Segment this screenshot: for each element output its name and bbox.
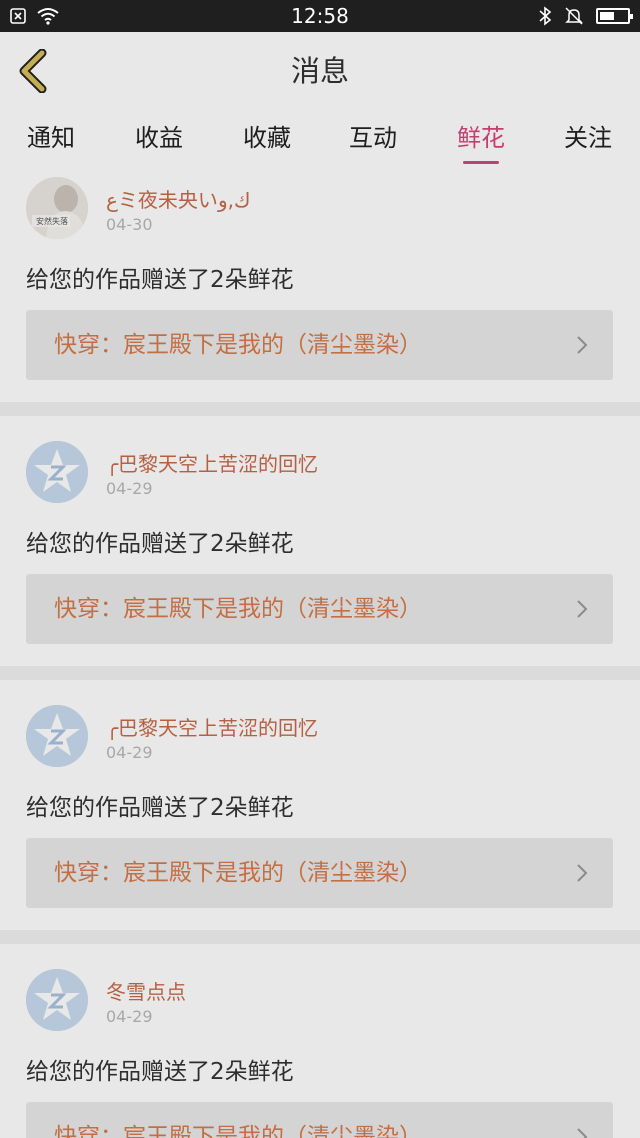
sender-name[interactable]: 冬雪点点 [106,976,186,1005]
default-avatar-icon [26,705,88,767]
default-avatar-icon [26,969,88,1031]
tab-label: 鲜花 [457,124,505,152]
book-link[interactable]: 快穿：宸王殿下是我的（清尘墨染） [26,574,613,644]
bluetooth-icon [539,6,552,26]
list-item: ╭巴黎天空上苦涩的回忆 04-29 给您的作品赠送了2朵鲜花 快穿：宸王殿下是我… [0,680,640,930]
book-link[interactable]: 快穿：宸王殿下是我的（清尘墨染） [26,838,613,908]
list-item: 冬雪点点 04-29 给您的作品赠送了2朵鲜花 快穿：宸王殿下是我的（清尘墨染） [0,944,640,1138]
avatar[interactable]: 安然失落 [26,177,88,239]
mute-bell-icon [565,7,583,25]
tab-label: 关注 [564,124,612,152]
message-date: 04-29 [106,743,153,762]
message-date: 04-30 [106,215,153,234]
sender-name[interactable]: ╭巴黎天空上苦涩的回忆 [106,448,318,477]
chevron-right-icon [577,1128,588,1138]
tab-flowers[interactable]: 鲜花 [436,110,526,168]
avatar[interactable] [26,441,88,503]
tab-label: 收益 [135,124,183,152]
default-avatar-icon [26,441,88,503]
tab-notice[interactable]: 通知 [6,110,96,168]
photo-avatar-image [26,177,88,239]
chevron-right-icon [577,600,588,618]
page-title: 消息 [290,54,349,88]
battery-icon [596,8,633,24]
active-tab-indicator [463,161,499,164]
divider [0,402,640,416]
avatar[interactable] [26,705,88,767]
tab-interaction[interactable]: 互动 [328,110,418,168]
divider [0,930,640,944]
sender-name[interactable]: ╭巴黎天空上苦涩的回忆 [106,712,318,741]
avatar-caption: 安然失落 [36,217,68,226]
book-title: 快穿：宸王殿下是我的（清尘墨染） [54,596,422,622]
book-link[interactable]: 快穿：宸王殿下是我的（清尘墨染） [26,310,613,380]
nav-bar: 消息 [0,32,640,111]
book-title: 快穿：宸王殿下是我的（清尘墨染） [54,332,422,358]
list-item: 安然失落 ﻉミ夜未央いﻙ,ﻭ 04-30 给您的作品赠送了2朵鲜花 快穿：宸王殿… [0,168,640,402]
book-title: 快穿：宸王殿下是我的（清尘墨染） [54,860,422,886]
chevron-right-icon [577,864,588,882]
message-date: 04-29 [106,1007,153,1026]
status-bar: 12:58 [0,0,640,32]
list-item: ╭巴黎天空上苦涩的回忆 04-29 给您的作品赠送了2朵鲜花 快穿：宸王殿下是我… [0,416,640,666]
message-text: 给您的作品赠送了2朵鲜花 [26,795,294,821]
tab-earnings[interactable]: 收益 [114,110,204,168]
sender-name[interactable]: ﻉミ夜未央いﻙ,ﻭ [106,184,250,213]
tab-label: 互动 [349,124,397,152]
tab-follow[interactable]: 关注 [543,110,633,168]
chevron-right-icon [577,336,588,354]
tab-label: 通知 [27,124,75,152]
avatar[interactable] [26,969,88,1031]
book-title: 快穿：宸王殿下是我的（清尘墨染） [54,1124,422,1138]
tab-bar: 通知 收益 收藏 互动 鲜花 关注 [0,110,640,168]
message-text: 给您的作品赠送了2朵鲜花 [26,1059,294,1085]
message-text: 给您的作品赠送了2朵鲜花 [26,267,294,293]
message-list[interactable]: 安然失落 ﻉミ夜未央いﻙ,ﻭ 04-30 给您的作品赠送了2朵鲜花 快穿：宸王殿… [0,168,640,1138]
tab-label: 收藏 [243,124,291,152]
divider [0,666,640,680]
status-right-icons [538,6,633,26]
message-text: 给您的作品赠送了2朵鲜花 [26,531,294,557]
book-link[interactable]: 快穿：宸王殿下是我的（清尘墨染） [26,1102,613,1138]
tab-favorites[interactable]: 收藏 [222,110,312,168]
message-date: 04-29 [106,479,153,498]
